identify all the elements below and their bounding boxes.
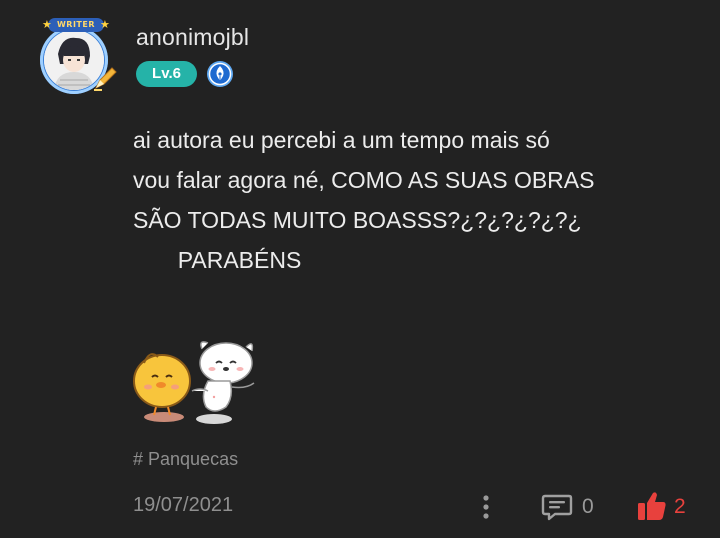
star-icon: ★ (100, 19, 110, 31)
post-date: 19/07/2021 (133, 494, 234, 516)
comment-count: 0 (582, 495, 594, 518)
avatar-frame-label: WRITER (48, 18, 104, 32)
comment-icon[interactable] (541, 491, 573, 523)
avatar[interactable]: WRITER ★ ★ (34, 18, 118, 98)
post-tag[interactable]: # Panquecas (133, 449, 238, 470)
chick-and-puppy-sticker (133, 341, 255, 424)
more-vertical-icon[interactable] (478, 494, 494, 520)
thumbs-up-icon[interactable] (637, 490, 667, 522)
author-username[interactable]: anonimojbl (136, 24, 249, 51)
quill-pen-icon (207, 61, 233, 87)
star-icon: ★ (42, 19, 52, 31)
post-body-text: ai autora eu percebi a um tempo mais só … (133, 127, 595, 273)
like-count: 2 (674, 495, 686, 518)
pen-icon (94, 67, 117, 91)
level-badge: Lv.6 (136, 61, 197, 87)
